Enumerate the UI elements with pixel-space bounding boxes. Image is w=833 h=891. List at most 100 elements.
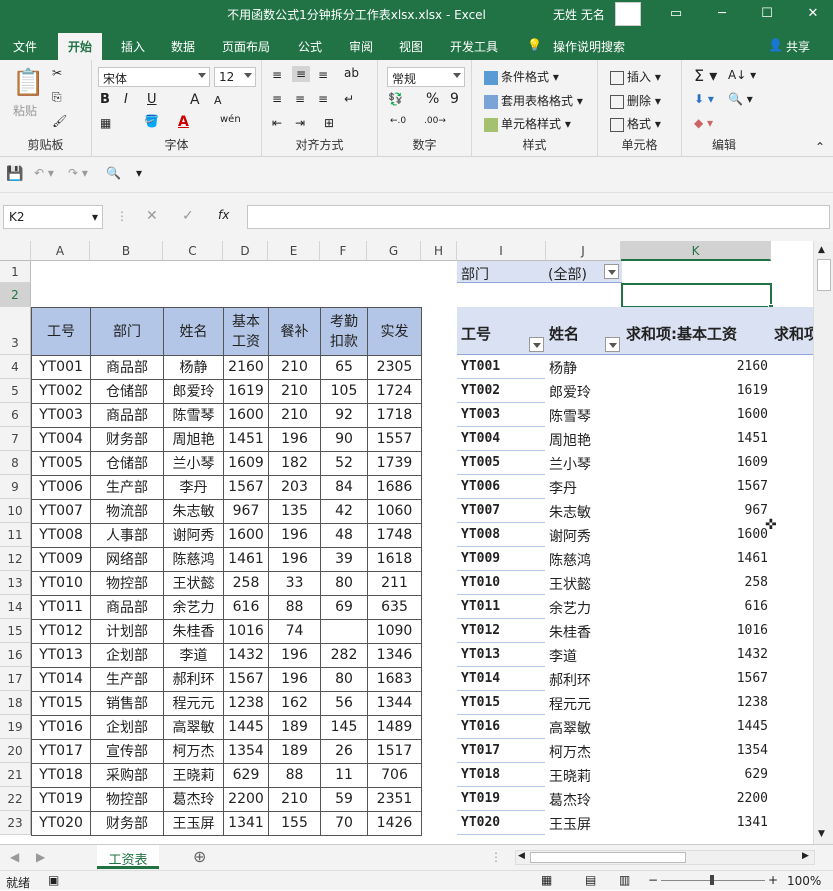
row-header-10[interactable]: 10 — [0, 499, 31, 523]
table-cell[interactable]: 189 — [268, 715, 321, 740]
column-header-i[interactable]: I — [457, 241, 546, 261]
table-cell[interactable]: YT012 — [31, 619, 91, 644]
table-cell[interactable]: YT001 — [31, 355, 91, 380]
table-cell[interactable]: 生产部 — [90, 475, 164, 500]
table-cell[interactable]: YT018 — [31, 763, 91, 788]
table-cell[interactable]: 财务部 — [90, 427, 164, 452]
scroll-down-icon[interactable]: ▼ — [818, 829, 825, 839]
select-all-corner[interactable] — [0, 241, 31, 261]
undo-icon[interactable]: ↶ ▾ — [34, 166, 54, 180]
scroll-left-icon[interactable]: ◀ — [518, 851, 525, 861]
table-cell[interactable]: 陈雪琴 — [163, 403, 224, 428]
maximize-icon[interactable]: ☐ — [752, 4, 782, 24]
table-cell[interactable]: 189 — [268, 739, 321, 764]
table-cell[interactable]: 616 — [223, 595, 269, 620]
row-header-9[interactable]: 9 — [0, 475, 31, 499]
zoom-out-icon[interactable]: − — [648, 873, 658, 887]
table-cell[interactable]: 计划部 — [90, 619, 164, 644]
add-sheet-icon[interactable]: ⊕ — [193, 847, 206, 866]
column-header-b[interactable]: B — [90, 241, 163, 261]
page-break-view-icon[interactable]: ▥ — [619, 873, 630, 887]
tab-developer[interactable]: 开发工具 — [450, 38, 498, 55]
table-cell[interactable]: YT008 — [31, 523, 91, 548]
bold-button[interactable]: B — [100, 92, 110, 107]
table-cell[interactable]: 1619 — [223, 379, 269, 404]
row-header-20[interactable]: 20 — [0, 739, 31, 763]
table-cell[interactable]: 196 — [268, 667, 321, 692]
tab-split-icon[interactable]: ⋮ — [490, 850, 502, 864]
row-header-1[interactable]: 1 — [0, 261, 31, 283]
table-cell[interactable]: 33 — [268, 571, 321, 596]
table-cell[interactable]: 葛杰玲 — [163, 787, 224, 812]
increase-decimal-icon[interactable]: ←.0 — [390, 116, 406, 126]
borders-icon[interactable]: ▦ — [100, 116, 111, 130]
column-header-k[interactable]: K — [621, 241, 771, 261]
row-header-11[interactable]: 11 — [0, 523, 31, 547]
insert-function-button[interactable]: fx — [218, 208, 229, 222]
format-cells-button[interactable]: 格式 ▾ — [610, 115, 661, 132]
table-cell[interactable]: 80 — [320, 571, 368, 596]
fill-icon[interactable]: ⬇ ▾ — [694, 92, 714, 106]
paste-icon[interactable]: 📋 — [12, 68, 44, 98]
align-top-icon[interactable]: ≡ — [272, 68, 282, 82]
align-middle-icon[interactable]: ≡ — [292, 66, 311, 82]
close-icon[interactable]: ✕ — [798, 4, 828, 24]
pivot-id-filter-button[interactable] — [529, 337, 544, 352]
tab-view[interactable]: 视图 — [399, 38, 423, 55]
tab-page-layout[interactable]: 页面布局 — [222, 38, 270, 55]
name-box[interactable]: K2 ▾ — [3, 205, 103, 229]
row-header-2[interactable]: 2 — [0, 283, 31, 307]
number-format-select[interactable]: 常规 — [387, 67, 465, 87]
table-cell[interactable]: 生产部 — [90, 667, 164, 692]
table-cell[interactable]: 1600 — [223, 523, 269, 548]
table-cell[interactable]: 郎爱玲 — [163, 379, 224, 404]
table-cell[interactable]: 王状懿 — [163, 571, 224, 596]
table-cell[interactable]: 网络部 — [90, 547, 164, 572]
user-name[interactable]: 无姓 无名 — [553, 6, 605, 23]
table-cell[interactable]: 1354 — [223, 739, 269, 764]
next-sheet-icon[interactable]: ▶ — [36, 850, 45, 864]
table-cell[interactable]: YT005 — [31, 451, 91, 476]
table-cell[interactable]: 210 — [268, 787, 321, 812]
row-header-8[interactable]: 8 — [0, 451, 31, 475]
table-cell[interactable]: 1238 — [223, 691, 269, 716]
redo-icon[interactable]: ↷ ▾ — [68, 166, 88, 180]
font-color-button[interactable]: A — [178, 114, 189, 130]
table-cell[interactable]: 39 — [320, 547, 368, 572]
table-cell[interactable]: 杨静 — [163, 355, 224, 380]
formula-input[interactable] — [247, 205, 830, 229]
table-cell[interactable]: 1451 — [223, 427, 269, 452]
vertical-scroll-thumb[interactable] — [817, 259, 831, 291]
table-cell[interactable]: 196 — [268, 523, 321, 548]
print-preview-icon[interactable]: 🔍 — [106, 166, 121, 180]
table-cell[interactable]: 1600 — [223, 403, 269, 428]
table-cell[interactable]: 物流部 — [90, 499, 164, 524]
table-cell[interactable]: 商品部 — [90, 355, 164, 380]
row-header-23[interactable]: 23 — [0, 811, 31, 835]
zoom-slider-thumb[interactable] — [710, 875, 714, 885]
table-cell[interactable]: YT017 — [31, 739, 91, 764]
row-header-5[interactable]: 5 — [0, 379, 31, 403]
table-cell[interactable]: 1567 — [223, 475, 269, 500]
table-cell[interactable]: 145 — [320, 715, 368, 740]
shrink-font-button[interactable]: A — [214, 94, 222, 107]
table-cell[interactable]: 1718 — [367, 403, 422, 428]
tell-me-search[interactable]: 操作说明搜索 — [553, 38, 625, 55]
row-header-12[interactable]: 12 — [0, 547, 31, 571]
table-cell[interactable]: 1567 — [223, 667, 269, 692]
table-cell[interactable] — [320, 619, 368, 644]
table-cell[interactable]: YT019 — [31, 787, 91, 812]
table-cell[interactable]: 635 — [367, 595, 422, 620]
table-cell[interactable]: 162 — [268, 691, 321, 716]
table-cell[interactable]: 销售部 — [90, 691, 164, 716]
table-cell[interactable]: 周旭艳 — [163, 427, 224, 452]
table-cell[interactable]: YT013 — [31, 643, 91, 668]
table-cell[interactable]: 1445 — [223, 715, 269, 740]
avatar[interactable] — [615, 2, 641, 26]
align-left-icon[interactable]: ≡ — [272, 92, 282, 106]
row-header-21[interactable]: 21 — [0, 763, 31, 787]
row-header-6[interactable]: 6 — [0, 403, 31, 427]
scroll-up-icon[interactable]: ▲ — [818, 245, 825, 255]
table-cell[interactable]: 1426 — [367, 811, 422, 836]
row-header-4[interactable]: 4 — [0, 355, 31, 379]
